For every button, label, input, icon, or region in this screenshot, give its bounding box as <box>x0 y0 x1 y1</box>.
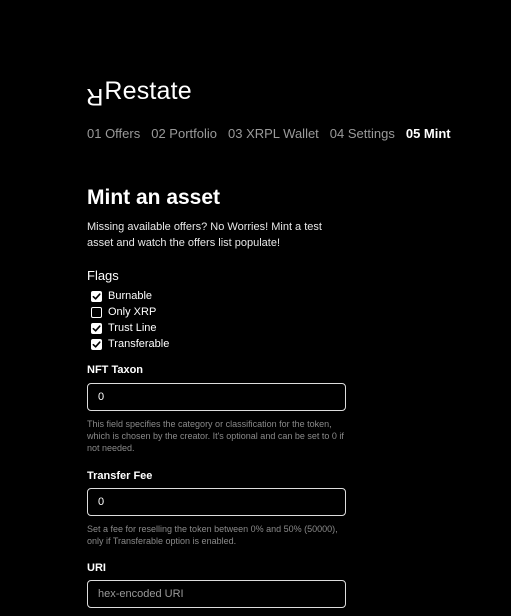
transfer-fee-help: Set a fee for reselling the token betwee… <box>87 524 338 546</box>
app-logo[interactable]: R Restate <box>86 76 192 110</box>
transferable-checkbox[interactable] <box>91 338 102 350</box>
flags-label: Flags <box>87 268 119 283</box>
flag-label: Transferable <box>108 338 170 350</box>
transfer-fee-input[interactable] <box>87 488 346 516</box>
flag-label: Only XRP <box>108 306 157 318</box>
main-nav: 01 Offers 02 Portfolio 03 XRPL Wallet 04… <box>87 126 451 141</box>
logo-text: Restate <box>104 77 192 105</box>
page-title: Mint an asset <box>87 186 221 209</box>
nav-xrpl-wallet[interactable]: 03 XRPL Wallet <box>228 126 319 141</box>
flag-trust-line[interactable]: Trust Line <box>91 320 169 336</box>
logo-mark: R <box>86 83 104 110</box>
page-intro: Missing available offers? No Worries! Mi… <box>87 221 322 249</box>
trust-line-checkbox[interactable] <box>91 322 102 334</box>
nav-offers[interactable]: 01 Offers <box>87 126 140 141</box>
nav-settings[interactable]: 04 Settings <box>330 126 395 141</box>
flag-burnable[interactable]: Burnable <box>91 288 169 304</box>
flag-only-xrp[interactable]: Only XRP <box>91 304 169 320</box>
flag-label: Trust Line <box>108 322 157 334</box>
nav-portfolio[interactable]: 02 Portfolio <box>151 126 217 141</box>
nft-taxon-input[interactable] <box>87 383 346 411</box>
check-icon <box>92 292 101 300</box>
nft-taxon-help: This field specifies the category or cla… <box>87 419 344 453</box>
check-icon <box>92 324 101 332</box>
check-icon <box>92 340 101 348</box>
flags-group: Burnable Only XRP Trust Line Transferabl… <box>91 288 169 352</box>
uri-label: URI <box>87 562 106 574</box>
flag-transferable[interactable]: Transferable <box>91 336 169 352</box>
nav-mint[interactable]: 05 Mint <box>406 126 451 141</box>
flag-label: Burnable <box>108 290 153 302</box>
burnable-checkbox[interactable] <box>91 290 102 302</box>
uri-input[interactable] <box>87 580 346 608</box>
transfer-fee-label: Transfer Fee <box>87 470 153 482</box>
only-xrp-checkbox[interactable] <box>91 306 102 318</box>
nft-taxon-label: NFT Taxon <box>87 364 144 376</box>
